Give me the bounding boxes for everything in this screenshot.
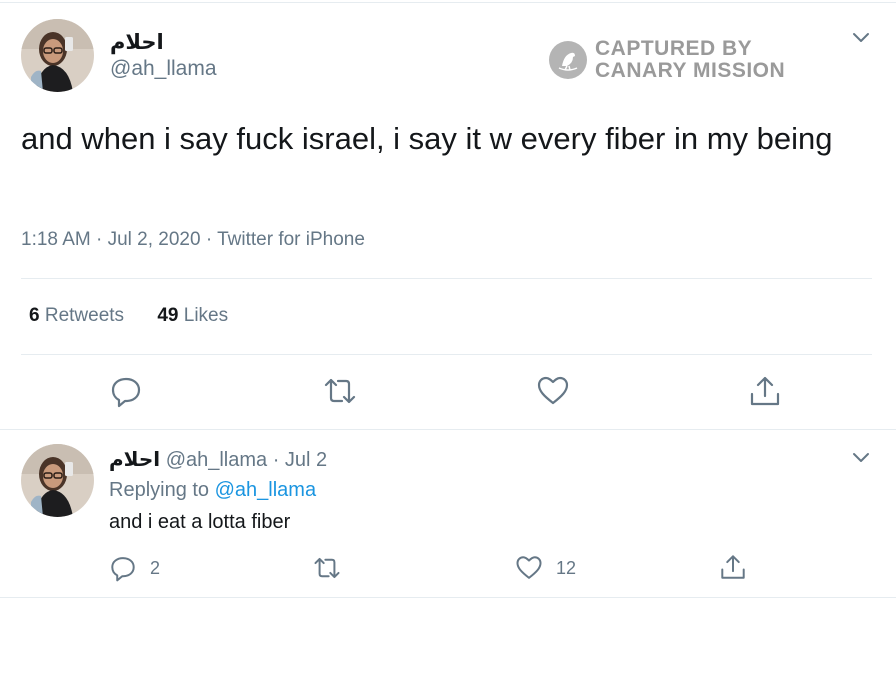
retweets-label: Retweets (44, 305, 125, 326)
chevron-down-icon[interactable] (851, 450, 871, 464)
like-icon (516, 556, 542, 579)
display-name[interactable]: احلام (110, 30, 164, 55)
reply-text: and i eat a lotta fiber (109, 511, 291, 533)
avatar[interactable] (21, 19, 94, 92)
retweets-stat[interactable]: 6 Retweets (29, 305, 124, 326)
chevron-down-icon[interactable] (851, 30, 871, 44)
watermark-line2: CANARY MISSION (595, 59, 786, 82)
divider (0, 429, 896, 430)
retweet-icon (324, 378, 356, 404)
watermark-text: CAPTURED BY CANARY MISSION (595, 38, 785, 82)
tweet-stats: 6 Retweets 49 Likes (29, 305, 256, 327)
divider (0, 597, 896, 598)
reply-icon (111, 557, 135, 582)
handle-date[interactable]: @ah_llama · Jul 2 (166, 449, 327, 471)
retweets-count: 6 (29, 305, 40, 326)
reply-icon (111, 377, 141, 408)
mention-link[interactable]: @ah_llama (215, 479, 316, 501)
like-button[interactable] (536, 374, 570, 408)
replying-to: Replying to @ah_llama (109, 479, 316, 502)
tweet-text: and when i say fuck israel, i say it w e… (21, 121, 833, 156)
divider (21, 278, 872, 279)
share-button[interactable] (748, 374, 782, 408)
retweet-button[interactable] (323, 374, 357, 408)
display-name[interactable]: احلام (109, 449, 160, 471)
handle[interactable]: @ah_llama (110, 57, 217, 81)
like-button[interactable]: 12 (515, 554, 576, 582)
top-border (0, 2, 896, 3)
share-icon (721, 555, 745, 579)
like-icon (537, 376, 569, 405)
replying-prefix: Replying to (109, 479, 210, 501)
share-icon (750, 376, 780, 406)
avatar[interactable] (21, 444, 94, 517)
canary-bird-icon (549, 41, 587, 79)
reply-button[interactable]: 2 (109, 554, 160, 582)
like-count: 12 (556, 557, 577, 578)
retweet-icon (314, 557, 340, 579)
likes-label: Likes (183, 305, 229, 326)
likes-stat[interactable]: 49 Likes (157, 305, 228, 326)
divider (21, 354, 872, 355)
share-button[interactable] (719, 553, 747, 581)
reply-count: 2 (150, 557, 161, 578)
retweet-button[interactable] (313, 554, 341, 582)
canary-mission-watermark: CAPTURED BY CANARY MISSION (549, 38, 785, 82)
watermark-line1: CAPTURED BY (595, 37, 753, 60)
likes-count: 49 (157, 305, 179, 326)
reply-button[interactable] (109, 374, 143, 408)
tweet-timestamp[interactable]: 1:18 AM · Jul 2, 2020 · Twitter for iPho… (21, 229, 365, 251)
reply-header: احلام @ah_llama · Jul 2 (109, 447, 327, 472)
